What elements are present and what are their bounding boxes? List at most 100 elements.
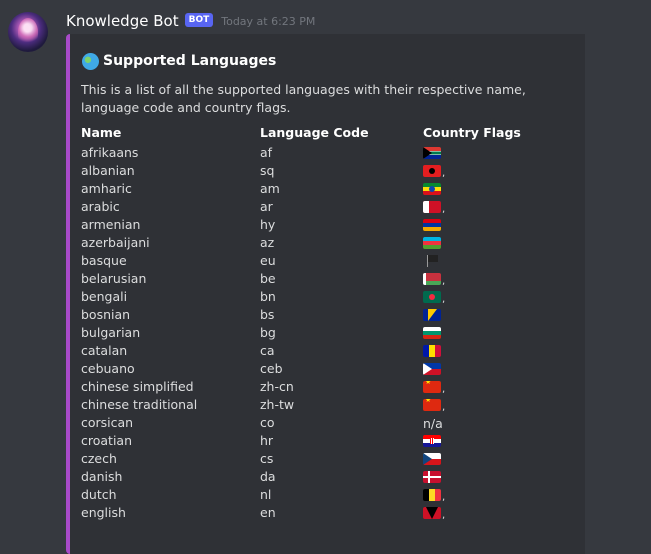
embed-description: This is a list of all the supported lang…	[81, 82, 526, 115]
flag-separator: ,	[442, 204, 446, 215]
black-flag-icon[interactable]	[423, 255, 441, 267]
belgium-flag-icon[interactable]	[423, 489, 441, 501]
albania-flag-icon[interactable]	[423, 165, 441, 177]
flag-cell: ,	[423, 504, 521, 522]
flag-separator: ,	[442, 492, 446, 503]
language-code: am	[260, 181, 280, 196]
flag-cell	[423, 342, 521, 360]
language-code: ar	[260, 199, 273, 214]
flag-cell	[423, 306, 521, 324]
flag-separator: ,	[442, 168, 446, 179]
flag-separator: ,	[442, 384, 446, 395]
language-name: amharic	[81, 181, 132, 196]
flags-column: Country Flags ,,,,,, n/a,,	[423, 125, 521, 522]
language-name: czech	[81, 451, 117, 466]
author-name[interactable]: Knowledge Bot	[66, 12, 179, 30]
flag-cell: ,	[423, 288, 521, 306]
denmark-flag-icon[interactable]	[423, 471, 441, 483]
flag-cell	[423, 432, 521, 450]
language-code: bg	[260, 325, 276, 340]
czech-flag-icon[interactable]	[423, 453, 441, 465]
andorra-flag-icon[interactable]	[423, 345, 441, 357]
flag-cell: ,	[423, 198, 521, 216]
language-name: chinese simplified	[81, 379, 194, 394]
flags-column-header: Country Flags	[423, 125, 521, 140]
philippines-flag-icon[interactable]	[423, 363, 441, 375]
flag-cell	[423, 144, 521, 162]
language-code: ca	[260, 343, 275, 358]
flag-cell: ,	[423, 378, 521, 396]
language-code: eu	[260, 253, 276, 268]
embed-title-text: Supported Languages	[103, 52, 277, 69]
language-code: hr	[260, 433, 274, 448]
bahrain-flag-icon[interactable]	[423, 201, 441, 213]
language-name: azerbaijani	[81, 235, 150, 250]
language-code: en	[260, 505, 276, 520]
language-code: co	[260, 415, 275, 430]
croatia-flag-icon[interactable]	[423, 435, 441, 447]
embed-card: Supported Languages This is a list of al…	[66, 34, 585, 554]
flag-separator: ,	[442, 510, 446, 521]
language-name: afrikaans	[81, 145, 139, 160]
language-code: az	[260, 235, 275, 250]
language-name: bosnian	[81, 307, 131, 322]
ethiopia-flag-icon[interactable]	[423, 183, 441, 195]
armenia-flag-icon[interactable]	[423, 219, 441, 231]
flag-cell: ,	[423, 486, 521, 504]
flag-cell	[423, 216, 521, 234]
flag-cell: n/a	[423, 414, 521, 432]
language-code: cs	[260, 451, 274, 466]
language-name: belarusian	[81, 271, 147, 286]
language-name: albanian	[81, 163, 135, 178]
flag-separator: ,	[442, 294, 446, 305]
language-code: zh-cn	[260, 379, 294, 394]
language-name: corsican	[81, 415, 134, 430]
name-column-header: Name	[81, 125, 122, 140]
no-flag-text: n/a	[423, 415, 443, 431]
language-code: af	[260, 145, 273, 160]
bosnia-flag-icon[interactable]	[423, 309, 441, 321]
language-code: hy	[260, 217, 276, 232]
flag-cell	[423, 180, 521, 198]
china-flag-icon[interactable]	[423, 381, 441, 393]
language-code: da	[260, 469, 276, 484]
azerbaijan-flag-icon[interactable]	[423, 237, 441, 249]
language-name: dutch	[81, 487, 117, 502]
bulgaria-flag-icon[interactable]	[423, 327, 441, 339]
flag-cell	[423, 450, 521, 468]
belarus-flag-icon[interactable]	[423, 273, 441, 285]
flag-cell	[423, 234, 521, 252]
antigua-flag-icon[interactable]	[423, 507, 441, 519]
embed-title: Supported Languages	[82, 52, 277, 70]
language-name: armenian	[81, 217, 141, 232]
language-name: basque	[81, 253, 127, 268]
china-flag-icon[interactable]	[423, 399, 441, 411]
language-name: catalan	[81, 343, 128, 358]
language-code: be	[260, 271, 276, 286]
language-code: zh-tw	[260, 397, 295, 412]
name-column: Name afrikaans albanian amharic arabic armen…	[81, 125, 197, 522]
flag-cell	[423, 252, 521, 270]
flag-cell	[423, 324, 521, 342]
flag-separator: ,	[442, 402, 446, 413]
language-name: bulgarian	[81, 325, 141, 340]
message-timestamp[interactable]: Today at 6:23 PM	[221, 15, 315, 28]
code-column: Language Code af sq am ar hy az eu be bn bs bg ca ce…	[260, 125, 369, 522]
language-name: cebuano	[81, 361, 135, 376]
language-code: bs	[260, 307, 275, 322]
bangladesh-flag-icon[interactable]	[423, 291, 441, 303]
anime-avatar-icon[interactable]	[8, 12, 48, 52]
south-africa-flag-icon[interactable]	[423, 147, 441, 159]
language-code: sq	[260, 163, 275, 178]
flag-cell	[423, 360, 521, 378]
language-name: english	[81, 505, 126, 520]
flag-cell: ,	[423, 162, 521, 180]
message-header: Knowledge Bot BOT Today at 6:23 PM	[66, 10, 315, 32]
flag-separator: ,	[442, 276, 446, 287]
globe-icon	[82, 53, 99, 70]
language-name: danish	[81, 469, 123, 484]
language-code: ceb	[260, 361, 283, 376]
flag-cell	[423, 468, 521, 486]
flag-cell: ,	[423, 270, 521, 288]
language-name: chinese traditional	[81, 397, 198, 412]
